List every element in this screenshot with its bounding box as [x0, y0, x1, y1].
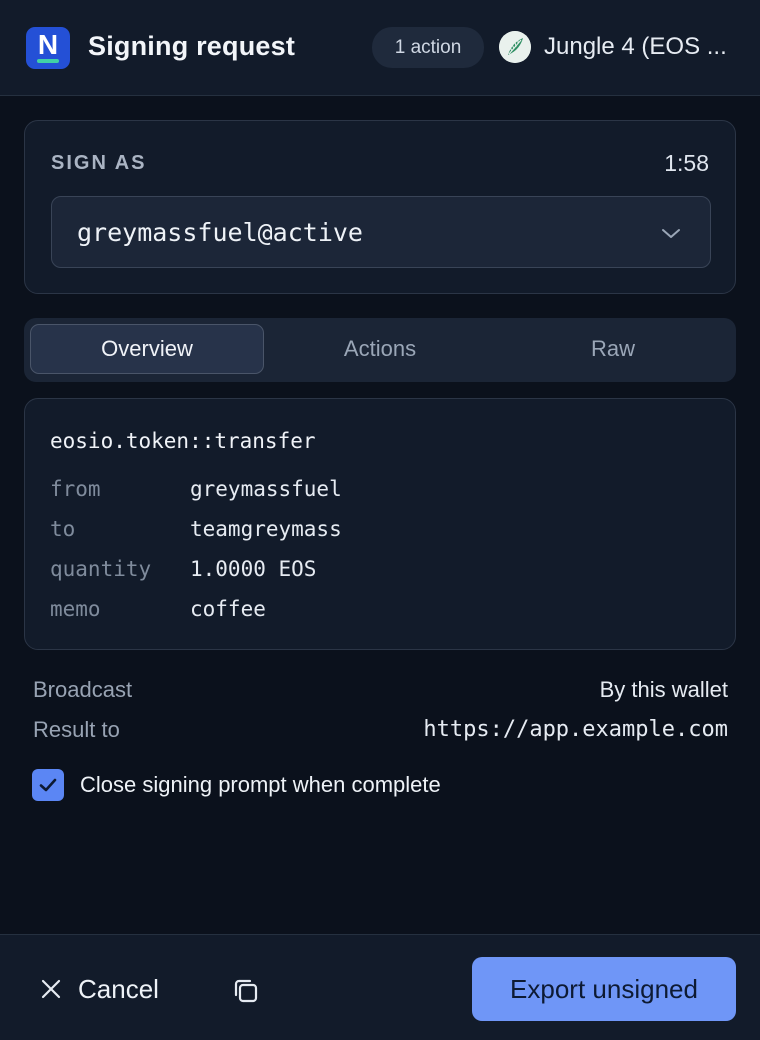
broadcast-label: Broadcast: [33, 677, 133, 702]
close-icon: [41, 979, 61, 999]
chain-logo-icon: [499, 31, 531, 63]
app-logo-icon: N: [26, 27, 70, 69]
cancel-label: Cancel: [78, 973, 159, 1004]
chain-label: Jungle 4 (EOS ...: [544, 33, 727, 60]
broadcast-row: Broadcast By this wallet: [33, 677, 728, 707]
copy-icon: [234, 979, 258, 1003]
checkmark-icon: [39, 778, 57, 792]
logo-letter: N: [37, 29, 59, 60]
action-name: eosio.token::transfer: [50, 429, 316, 453]
field-value: greymassfuel: [190, 477, 342, 501]
field-key: quantity: [50, 557, 152, 581]
result-url: https://app.example.com: [423, 717, 728, 742]
chevron-down-icon: [662, 229, 680, 238]
account-select[interactable]: greymassfuel@active: [51, 196, 711, 268]
expiry-timer: 1:58: [664, 150, 709, 176]
copy-button[interactable]: [226, 971, 266, 1011]
export-unsigned-button[interactable]: Export unsigned: [472, 957, 736, 1021]
sign-as-card: SIGN AS 1:58 greymassfuel@active: [24, 120, 736, 294]
field-key: memo: [50, 597, 101, 621]
header: N Signing request 1 action Jungle 4 (EOS…: [0, 0, 760, 96]
close-prompt-option[interactable]: Close signing prompt when complete: [32, 769, 441, 801]
page-title: Signing request: [88, 31, 296, 61]
sign-as-label: SIGN AS: [51, 152, 147, 174]
chain-selector[interactable]: Jungle 4 (EOS ...: [499, 31, 744, 63]
field-value: 1.0000 EOS: [190, 557, 317, 581]
logo-bar: [37, 59, 59, 63]
action-count-badge: 1 action: [372, 27, 484, 68]
footer: Cancel Export unsigned: [0, 934, 760, 1040]
action-card: eosio.token::transfer from greymassfuel …: [24, 398, 736, 650]
tab-raw[interactable]: Raw: [496, 324, 730, 374]
field-key: to: [50, 517, 76, 541]
tab-bar: Overview Actions Raw: [24, 318, 736, 382]
account-select-value: greymassfuel@active: [77, 218, 363, 247]
close-prompt-label: Close signing prompt when complete: [80, 772, 441, 797]
field-value: coffee: [190, 597, 266, 621]
result-label: Result to: [33, 717, 120, 742]
cancel-button[interactable]: Cancel: [40, 965, 159, 1013]
close-prompt-checkbox[interactable]: [32, 769, 64, 801]
field-value: teamgreymass: [190, 517, 342, 541]
field-key: from: [50, 477, 101, 501]
broadcast-value: By this wallet: [599, 677, 728, 702]
tab-overview[interactable]: Overview: [30, 324, 264, 374]
tab-actions[interactable]: Actions: [263, 324, 497, 374]
result-row: Result to https://app.example.com: [33, 717, 728, 747]
